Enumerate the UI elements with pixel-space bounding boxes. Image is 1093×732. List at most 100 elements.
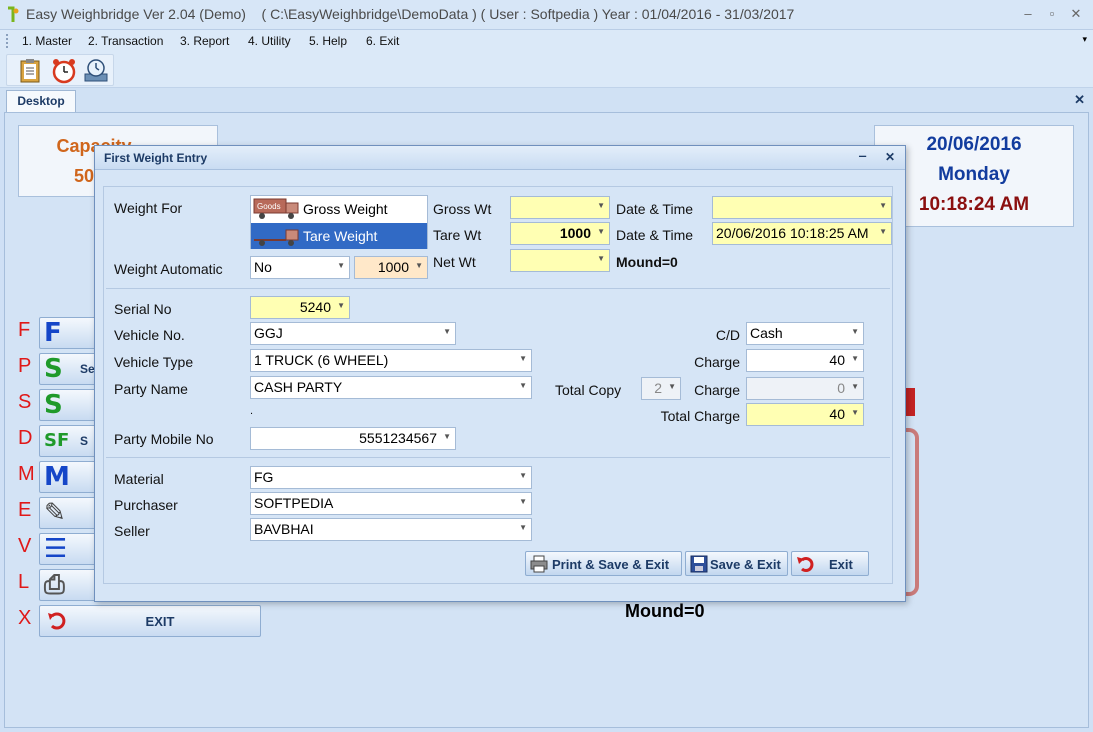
capacity-value: 50	[74, 166, 95, 186]
shortcut-label-3: S	[80, 434, 89, 448]
goods-truck-icon: Goods	[253, 198, 299, 219]
shortcut-key-4: M	[18, 463, 35, 485]
chevron-down-icon: ▼	[519, 354, 527, 363]
vehicle-no-select[interactable]: GGJ ▼	[250, 322, 456, 345]
seller-select[interactable]: BAVBHAI ▼	[250, 518, 532, 541]
f-letter-icon: F	[44, 318, 62, 348]
weight-automatic-select[interactable]: No ▼	[250, 256, 350, 279]
dialog-mound: Mound=0	[616, 254, 678, 270]
chevron-down-icon: ▼	[597, 254, 605, 263]
gross-date-time-field[interactable]: ▼	[712, 196, 892, 219]
dialog-body: Weight For Goods Gross Weight Tare Weigh…	[103, 186, 893, 584]
menu-utility[interactable]: 4. Utility	[248, 34, 291, 48]
list-icon: ☰	[44, 534, 68, 564]
total-charge-field[interactable]: 40 ▼	[746, 403, 864, 426]
gross-weight-option-label: Gross Weight	[303, 201, 388, 217]
shortcut-button-6[interactable]: ☰	[39, 533, 97, 565]
material-label: Material	[114, 471, 164, 487]
purchaser-label: Purchaser	[114, 497, 178, 513]
shortcut-key-5: E	[18, 499, 32, 521]
app-logo-icon	[8, 6, 19, 22]
s-letter-icon: S	[44, 390, 63, 420]
chevron-down-icon: ▼	[519, 523, 527, 532]
chevron-down-icon: ▼	[519, 497, 527, 506]
charge-field-1[interactable]: 40 ▼	[746, 349, 864, 372]
date-time-label-1: Date & Time	[616, 201, 694, 217]
serial-no-label: Serial No	[114, 301, 172, 317]
chevron-down-icon: ▼	[851, 382, 859, 391]
save-exit-button[interactable]: Save & Exit	[685, 551, 788, 576]
material-select[interactable]: FG ▼	[250, 466, 532, 489]
exit-button[interactable]: Exit	[791, 551, 869, 576]
weight-for-label: Weight For	[114, 200, 183, 216]
shortcut-button-3[interactable]: SF S	[39, 425, 97, 457]
menu-help[interactable]: 5. Help	[309, 34, 347, 48]
seller-label: Seller	[114, 523, 150, 539]
separator-2	[106, 457, 890, 458]
total-copy-label: Total Copy	[555, 382, 622, 398]
close-tab-icon[interactable]: ✕	[1074, 92, 1085, 108]
alarm-clock-icon[interactable]	[51, 58, 77, 84]
shortcut-button-7[interactable]: ⎙	[39, 569, 97, 601]
vehicle-type-label: Vehicle Type	[114, 354, 194, 370]
weight-for-list[interactable]: Goods Gross Weight Tare Weight	[250, 195, 428, 249]
cd-select[interactable]: Cash ▼	[746, 322, 864, 345]
s-letter-icon: S	[44, 354, 63, 384]
shortcut-button-4[interactable]: M	[39, 461, 97, 493]
exit-shortcut-button[interactable]: EXIT	[39, 605, 261, 637]
backup-clock-icon[interactable]	[83, 58, 109, 84]
tare-date-time-field[interactable]: 20/06/2016 10:18:25 AM ▼	[712, 222, 892, 245]
m-letter-icon: M	[44, 462, 70, 492]
menu-exit[interactable]: 6. Exit	[366, 34, 399, 48]
print-save-exit-button[interactable]: Print & Save & Exit	[525, 551, 682, 576]
shortcut-button-0[interactable]: F	[39, 317, 97, 349]
dialog-title-bar: First Weight Entry ‒ ✕	[95, 146, 905, 170]
weight-for-gross[interactable]: Goods Gross Weight	[251, 196, 427, 222]
close-button[interactable]: ✕	[1066, 6, 1086, 22]
minimize-button[interactable]: ‒	[1018, 6, 1038, 21]
shortcut-key-1: P	[18, 355, 32, 377]
purchaser-select[interactable]: SOFTPEDIA ▼	[250, 492, 532, 515]
tab-strip: Desktop ✕	[0, 88, 1093, 112]
shortcut-button-5[interactable]: ✎	[39, 497, 97, 529]
net-wt-field[interactable]: ▼	[510, 249, 610, 272]
desktop-mound: Mound=0	[625, 601, 705, 621]
charge-label-2: Charge	[694, 382, 740, 398]
tare-wt-field[interactable]: 1000 ▼	[510, 222, 610, 245]
tare-wt-label: Tare Wt	[433, 227, 482, 243]
menu-grip	[6, 34, 9, 48]
charge-field-2[interactable]: 0 ▼	[746, 377, 864, 400]
print-save-exit-label: Print & Save & Exit	[552, 557, 670, 572]
weight-automatic-reading[interactable]: 1000 ▼	[354, 256, 428, 279]
exit-label: Exit	[829, 557, 853, 572]
dialog-minimize-button[interactable]: ‒	[859, 148, 866, 163]
chevron-down-icon: ▼	[443, 432, 451, 441]
shortcut-button-1[interactable]: S Se	[39, 353, 97, 385]
weight-for-tare[interactable]: Tare Weight	[251, 223, 427, 249]
menu-bar: 1. Master 2. Transaction 3. Report 4. Ut…	[0, 30, 1093, 52]
sf-letter-icon: SF	[44, 430, 70, 451]
tab-desktop[interactable]: Desktop	[6, 90, 76, 112]
menu-transaction[interactable]: 2. Transaction	[88, 34, 163, 48]
chevron-down-icon: ▼	[851, 327, 859, 336]
gross-wt-field[interactable]: ▼	[510, 196, 610, 219]
printer-icon	[530, 555, 548, 573]
party-mobile-field[interactable]: 5551234567 ▼	[250, 427, 456, 450]
party-name-select[interactable]: CASH PARTY ▼	[250, 376, 532, 399]
clipboard-icon[interactable]	[17, 58, 43, 84]
dialog-close-button[interactable]: ✕	[885, 150, 895, 164]
back-arrow-icon	[797, 557, 814, 572]
empty-truck-icon	[254, 229, 299, 246]
vehicle-type-select[interactable]: 1 TRUCK (6 WHEEL) ▼	[250, 349, 532, 372]
serial-no-field[interactable]: 5240 ▼	[250, 296, 350, 319]
menu-master[interactable]: 1. Master	[22, 34, 72, 48]
restore-button[interactable]: ▫	[1042, 6, 1062, 21]
chevron-down-icon: ▼	[851, 354, 859, 363]
chevron-down-icon: ▼	[519, 381, 527, 390]
menu-overflow-icon[interactable]: ▾	[1082, 34, 1087, 45]
chevron-down-icon: ▼	[879, 227, 887, 236]
shortcut-key-2: S	[18, 391, 32, 413]
menu-report[interactable]: 3. Report	[180, 34, 229, 48]
shortcut-button-2[interactable]: S	[39, 389, 97, 421]
floppy-disk-icon	[690, 555, 708, 573]
